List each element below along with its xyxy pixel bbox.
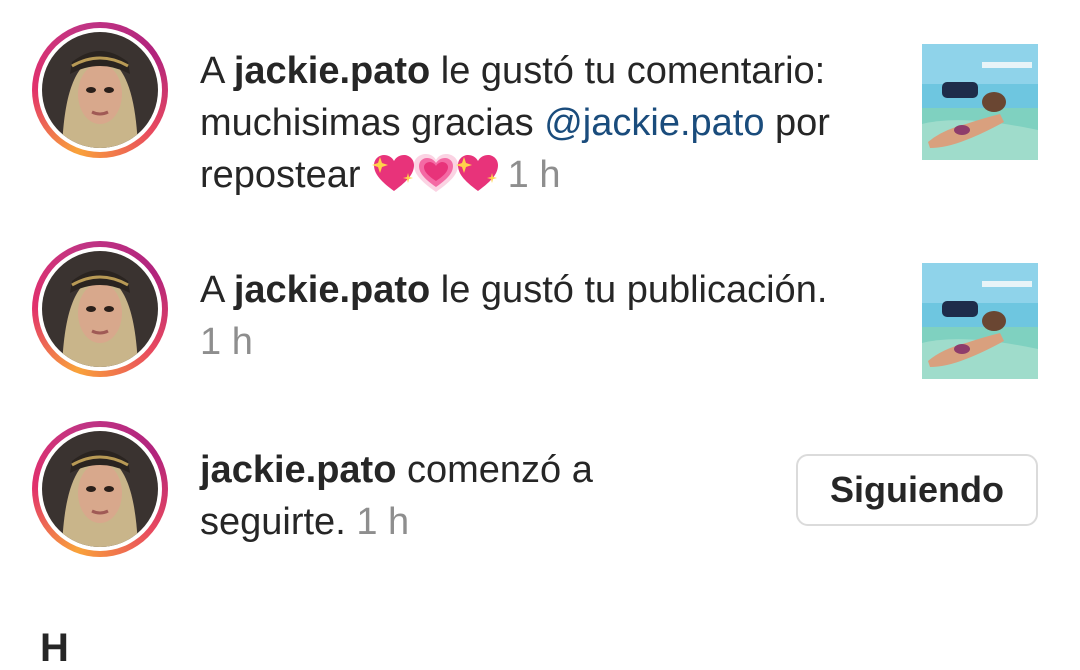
growing-heart-icon [413,153,459,207]
post-thumbnail[interactable] [922,44,1038,160]
sparkling-heart-icon [371,153,417,207]
notification-text: A jackie.pato le gustó tu publicación. 1… [200,269,828,363]
avatar [42,431,158,547]
notification-text: jackie.pato comenzó a seguirte. 1 h [200,449,593,543]
timestamp: 1 h [507,154,561,196]
mention-link[interactable]: @jackie.pato [544,102,764,144]
notification-text: A jackie.pato le gustó tu comentario: mu… [200,45,890,207]
username-link[interactable]: jackie.pato [234,50,430,92]
following-button[interactable]: Siguiendo [796,454,1038,526]
sparkling-heart-icon [455,153,501,207]
timestamp: 1 h [356,501,410,543]
timestamp: 1 h [200,321,253,363]
avatar [42,32,158,148]
username-link[interactable]: jackie.pato [200,449,396,491]
username-link[interactable]: jackie.pato [234,269,430,311]
section-header: H [40,626,69,670]
post-thumbnail[interactable] [922,263,1038,379]
story-ring-avatar[interactable] [32,421,168,557]
story-ring-avatar[interactable] [32,22,168,158]
story-ring-avatar[interactable] [32,241,168,377]
avatar [42,251,158,367]
